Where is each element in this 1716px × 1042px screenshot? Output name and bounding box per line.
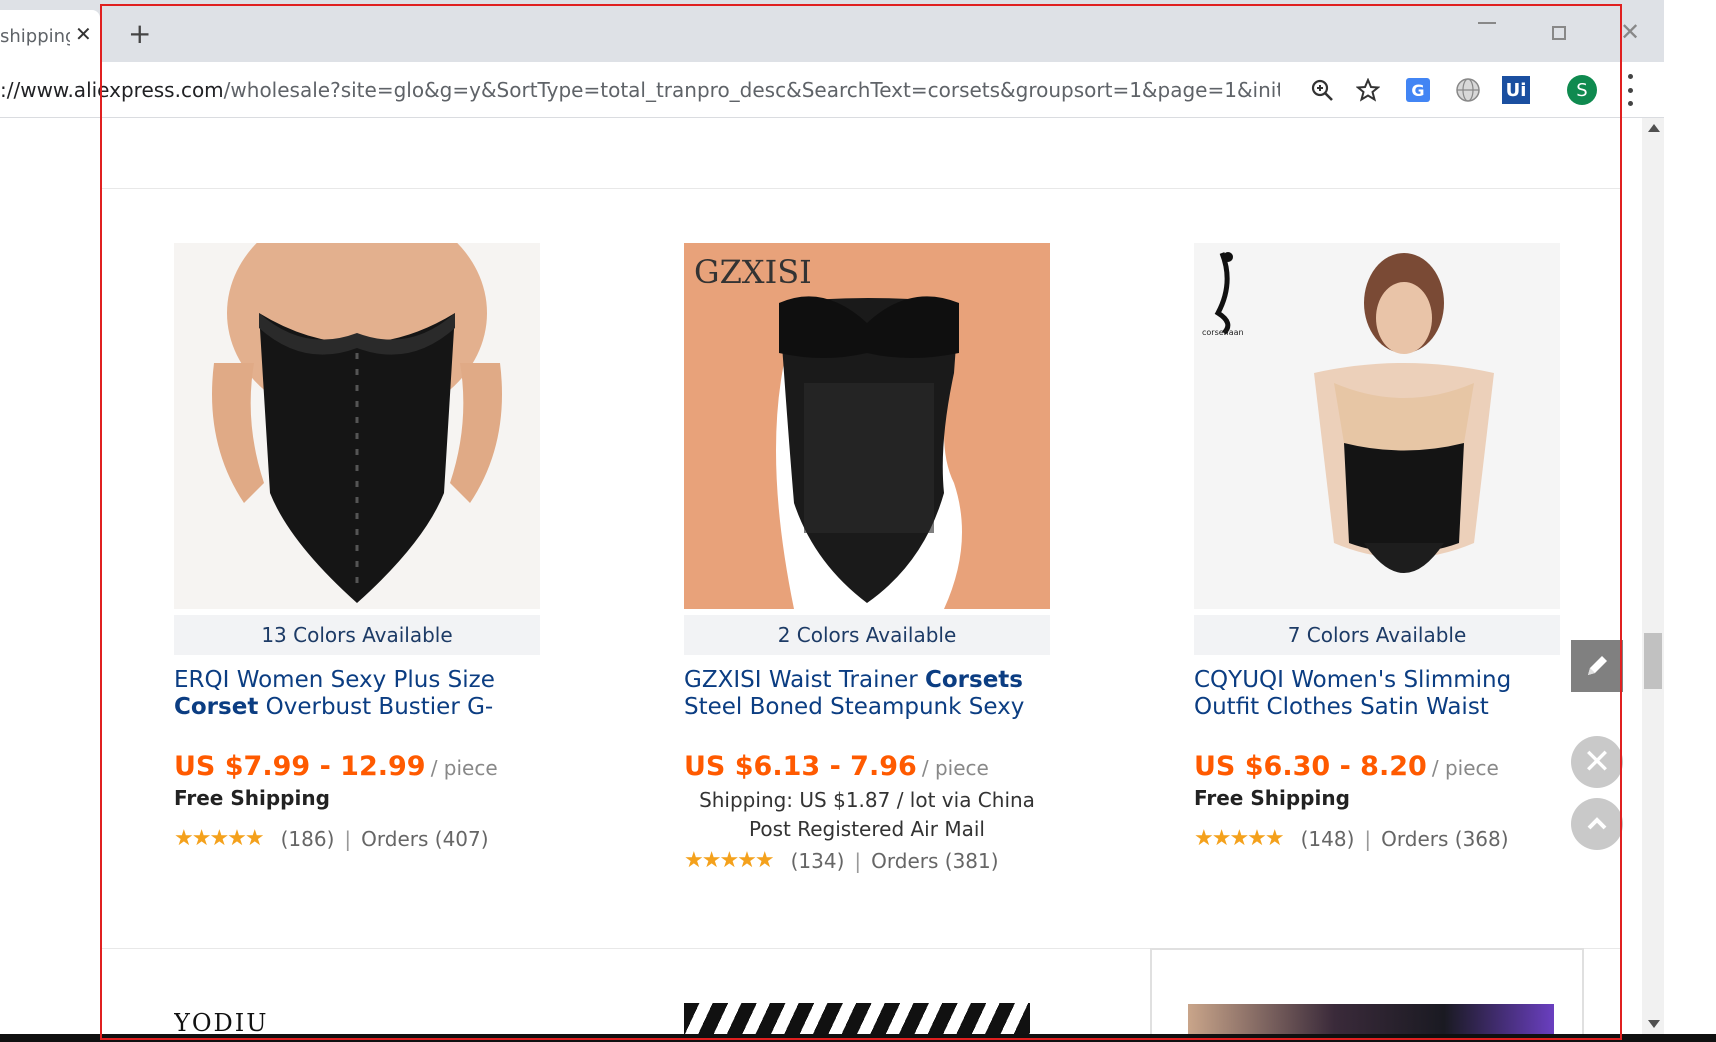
tab-close-icon[interactable]: ✕: [75, 22, 92, 46]
url-text[interactable]: ://www.aliexpress.com/wholesale?site=glo…: [0, 78, 1280, 102]
product-image[interactable]: [174, 243, 540, 609]
price-row: US $6.30 - 8.20 / piece: [1194, 751, 1560, 782]
price-row: US $7.99 - 12.99 / piece: [174, 751, 540, 782]
product-image[interactable]: [1188, 1004, 1554, 1034]
image-logo-text: corsenaan: [1202, 328, 1244, 337]
brand-logo: YODIU: [174, 1009, 269, 1034]
order-count[interactable]: Orders (407): [361, 827, 488, 851]
star-bookmark-icon[interactable]: [1352, 74, 1384, 106]
url-path: /wholesale?site=glo&g=y&SortType=total_t…: [223, 78, 1280, 102]
colors-available: 2 Colors Available: [684, 615, 1050, 655]
shipping-info: Free Shipping: [174, 786, 330, 810]
ui-extension-icon[interactable]: Ui: [1500, 74, 1532, 106]
product-card[interactable]: YODIU: [174, 963, 540, 1034]
minimize-icon[interactable]: [1478, 22, 1496, 24]
colors-available: 13 Colors Available: [174, 615, 540, 655]
taskbar: [0, 1034, 1716, 1042]
scroll-top-icon[interactable]: [1571, 798, 1623, 850]
url-host: ://www.aliexpress.com: [0, 78, 224, 102]
order-count[interactable]: Orders (381): [871, 849, 998, 873]
scroll-thumb[interactable]: [1644, 633, 1662, 689]
separator: |: [344, 826, 352, 851]
shipping-info: Free Shipping: [1194, 786, 1350, 810]
review-count[interactable]: (148): [1301, 827, 1355, 851]
shipping-info: Shipping: US $1.87 / lot via China Post …: [699, 788, 1035, 841]
globe-icon[interactable]: [1452, 74, 1484, 106]
new-tab-button[interactable]: +: [128, 20, 151, 48]
restore-icon[interactable]: [1552, 26, 1566, 40]
address-bar[interactable]: ://www.aliexpress.com/wholesale?site=glo…: [0, 62, 1664, 118]
page-viewport: 13 Colors Available ERQI Women Sexy Plus…: [0, 118, 1642, 1034]
search-icon[interactable]: [1306, 74, 1338, 106]
order-count[interactable]: Orders (368): [1381, 827, 1508, 851]
star-rating-icon: ★★★★★: [684, 848, 775, 873]
divider: [100, 188, 1620, 189]
scroll-down-icon[interactable]: [1648, 1020, 1660, 1028]
separator: |: [1364, 826, 1372, 851]
price-unit: / piece: [430, 756, 498, 780]
price: US $7.99 - 12.99: [174, 751, 426, 782]
tab-title: shipping: [0, 26, 70, 47]
review-count[interactable]: (186): [281, 827, 335, 851]
product-image[interactable]: [684, 1003, 1030, 1034]
product-card[interactable]: [684, 963, 1050, 1034]
avatar[interactable]: S: [1567, 75, 1597, 105]
product-title[interactable]: GZXISI Waist Trainer Corsets Steel Boned…: [684, 667, 1050, 721]
screen: shipping ✕ + ✕ ://www.aliexpress.com/who…: [0, 0, 1716, 1042]
menu-icon[interactable]: [1624, 74, 1636, 106]
price-unit: / piece: [1431, 756, 1499, 780]
price-unit: / piece: [921, 756, 989, 780]
product-title[interactable]: ERQI Women Sexy Plus Size Corset Overbus…: [174, 667, 540, 721]
rating-row: ★★★★★ (148) | Orders (368): [1194, 826, 1560, 851]
image-watermark: GZXISI: [694, 253, 812, 291]
product-title-text[interactable]: ERQI Women Sexy Plus Size: [174, 667, 495, 693]
rating-row: ★★★★★ (186) | Orders (407): [174, 826, 540, 851]
review-count[interactable]: (134): [791, 849, 845, 873]
product-title-keyword[interactable]: Corsets: [925, 667, 1023, 693]
browser-tab[interactable]: shipping ✕: [0, 10, 100, 62]
product-card[interactable]: GZXISI 2 Colors Available GZXISI Waist T…: [684, 243, 1050, 873]
edit-icon[interactable]: [1571, 640, 1623, 692]
price: US $6.13 - 7.96: [684, 751, 917, 782]
product-title-text[interactable]: Steel Boned Steampunk Sexy Intimates: [684, 694, 1024, 721]
star-rating-icon: ★★★★★: [1194, 826, 1285, 851]
scrollbar[interactable]: [1642, 118, 1664, 1034]
product-title[interactable]: CQYUQI Women's Slimming Outfit Clothes S…: [1194, 667, 1560, 721]
product-title-text[interactable]: GZXISI Waist Trainer: [684, 667, 925, 693]
translate-icon[interactable]: G: [1402, 74, 1434, 106]
window-close-icon[interactable]: ✕: [1620, 18, 1640, 46]
price: US $6.30 - 8.20: [1194, 751, 1427, 782]
price-row: US $6.13 - 7.96 / piece: [684, 751, 1050, 782]
rating-row: ★★★★★ (134) | Orders (381): [684, 848, 1050, 873]
product-title-keyword[interactable]: Corset: [174, 694, 258, 720]
star-rating-icon: ★★★★★: [174, 826, 265, 851]
product-card[interactable]: corsenaan 7 Colors Available CQYUQI Wome…: [1194, 243, 1560, 851]
product-title-text[interactable]: CQYUQI Women's Slimming Outfit Clothes S…: [1194, 667, 1511, 721]
separator: |: [854, 848, 862, 873]
scroll-up-icon[interactable]: [1648, 124, 1660, 132]
tab-bar: shipping ✕ + ✕: [0, 0, 1664, 62]
product-image[interactable]: GZXISI: [684, 243, 1050, 609]
colors-available: 7 Colors Available: [1194, 615, 1560, 655]
close-icon[interactable]: ✕: [1571, 736, 1623, 788]
product-image[interactable]: corsenaan: [1194, 243, 1560, 609]
product-card[interactable]: 13 Colors Available ERQI Women Sexy Plus…: [174, 243, 540, 851]
